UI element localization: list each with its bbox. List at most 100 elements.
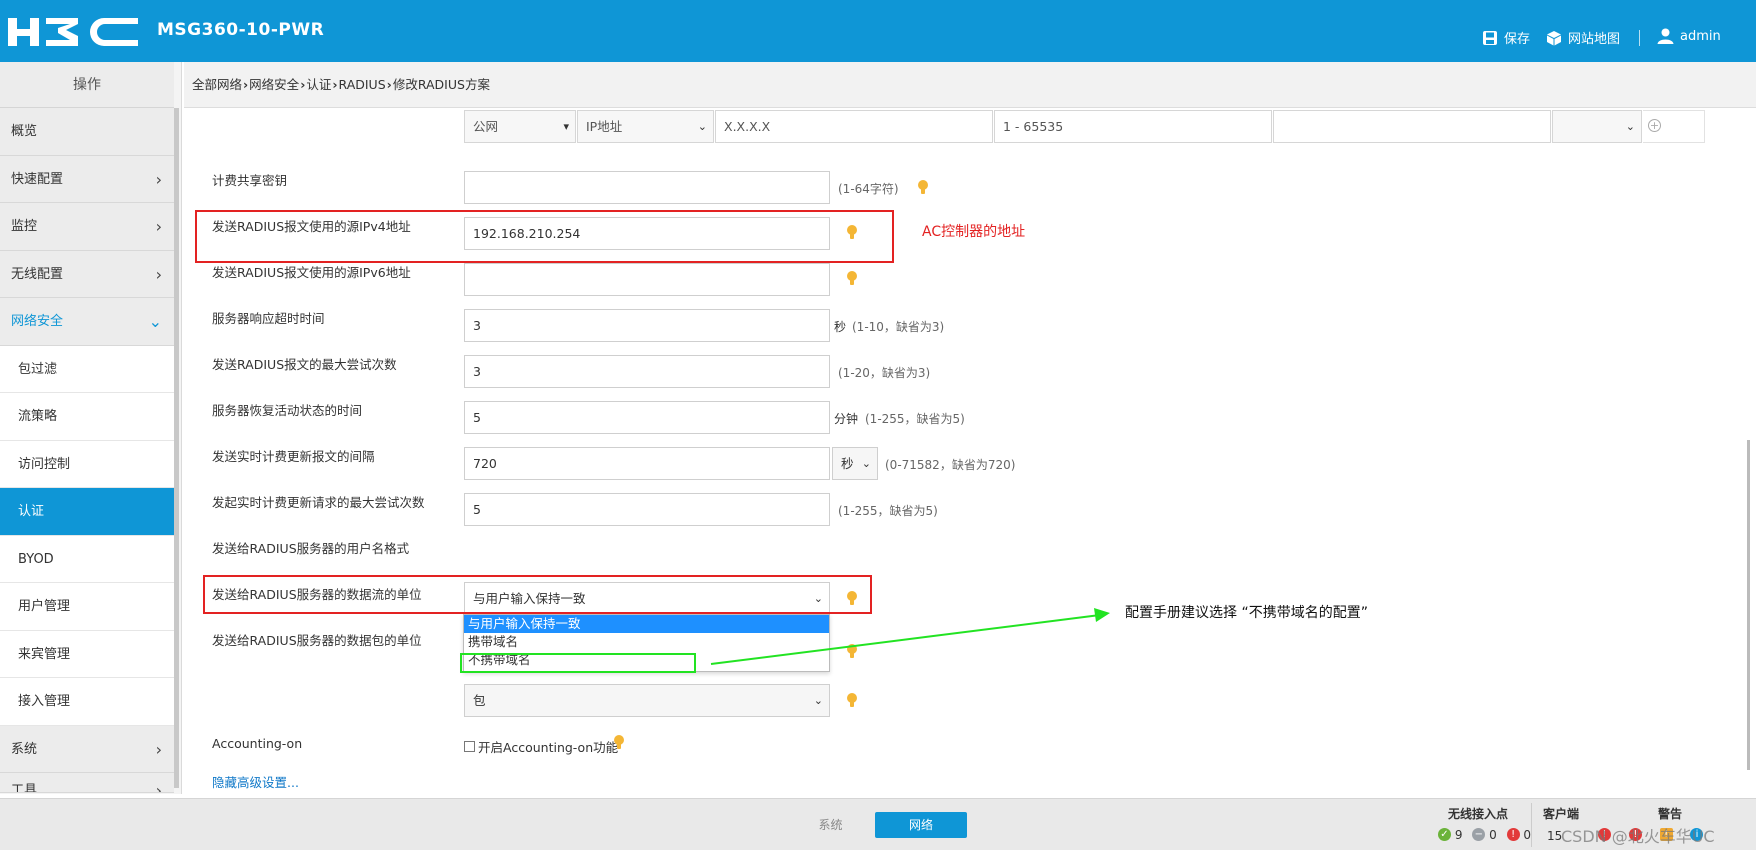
minus-icon: − [1472, 828, 1486, 841]
quiet-input[interactable]: 5 [464, 401, 830, 434]
chevron-right-icon: › [155, 217, 162, 236]
alert-icon: ! [1506, 828, 1520, 841]
sidebar-item-system[interactable]: 系统 › [0, 725, 174, 773]
sidebar-item-network-security[interactable]: 网络安全 ⌄ [0, 298, 174, 346]
sidebar-item-label: 包过滤 [18, 361, 58, 377]
breadcrumb-separator: › [332, 77, 338, 92]
accounting-on-checkbox-label: 开启Accounting-on功能 [478, 740, 619, 755]
packet-unit-select[interactable]: 包 ⌄ [464, 684, 830, 717]
chevron-right-icon: › [155, 169, 162, 189]
ap-offline-count[interactable]: 0 [1489, 828, 1497, 842]
retries-input[interactable]: 3 [464, 355, 830, 388]
row-tail-cell [1643, 110, 1705, 143]
chevron-down-icon: ⌄ [697, 120, 707, 133]
hint-bulb-icon[interactable] [847, 693, 857, 707]
address-type-select[interactable]: IP地址 ⌄ [577, 110, 714, 143]
main-scrollbar[interactable] [1747, 440, 1750, 770]
sidebar-item-monitor[interactable]: 监控 › [0, 203, 174, 251]
accounting-on-toggle[interactable]: 开启Accounting-on功能 [464, 737, 618, 756]
sidebar-item-label: 概览 [11, 124, 38, 139]
acct-key-hint: (1-64字符) [838, 182, 899, 196]
realtime-interval-input[interactable]: 720 [464, 447, 830, 480]
sidebar-item-label: 认证 [18, 504, 45, 519]
accounting-on-checkbox[interactable] [464, 741, 475, 752]
sidebar-item-overview[interactable]: 概览 [0, 108, 174, 156]
user-label: admin [1680, 28, 1721, 44]
retries-label: 发送RADIUS报文的最大尝试次数 [212, 357, 397, 372]
annotation-box-ipv4 [195, 210, 894, 263]
timeout-input[interactable]: 3 [464, 309, 830, 342]
chevron-down-icon: ⌄ [861, 457, 871, 470]
caret-down-icon: ▾ [563, 120, 569, 133]
hint-bulb-icon[interactable] [614, 735, 624, 749]
hint-bulb-icon[interactable] [918, 180, 928, 194]
breadcrumb-item[interactable]: 全部网络 [192, 77, 242, 92]
ap-alarm-count[interactable]: 0 [1523, 828, 1531, 842]
annotation-manual-note: 配置手册建议选择 “不携带域名的配置” [1125, 605, 1368, 621]
server-key-input[interactable] [1273, 110, 1551, 143]
breadcrumb-current: 修改RADIUS方案 [392, 77, 490, 92]
sidebar-item-label: 系统 [11, 741, 38, 757]
timeout-unit: 秒 [834, 320, 847, 334]
sidebar-item-authentication[interactable]: 认证 [0, 488, 174, 536]
sidebar-item-wireless-config[interactable]: 无线配置 › [0, 250, 174, 298]
sidebar-item-quick-config[interactable]: 快速配置 › [0, 155, 174, 203]
retries-hint: (1-20，缺省为3) [838, 366, 931, 380]
user-menu[interactable]: admin [1657, 28, 1721, 44]
quiet-unit: 分钟 [834, 412, 859, 426]
vpn-select[interactable]: 公网 ▾ [464, 110, 576, 143]
acct-key-input[interactable] [464, 171, 830, 204]
hide-advanced-link[interactable]: 隐藏高级设置... [212, 772, 299, 791]
server-port-placeholder: 1 - 65535 [1003, 119, 1064, 134]
sidebar-item-access-control[interactable]: 访问控制 [0, 440, 174, 488]
sidebar-item-label: 网络安全 [11, 314, 64, 329]
realtime-retries-label: 发起实时计费更新请求的最大尝试次数 [212, 495, 425, 510]
breadcrumb: 全部网络›网络安全›认证›RADIUS›修改RADIUS方案 [184, 62, 1756, 108]
sidebar-item-label: 工具 [11, 783, 38, 793]
sidebar-scrollbar[interactable] [174, 108, 179, 788]
hint-bulb-icon[interactable] [847, 271, 857, 285]
sidebar-item-byod[interactable]: BYOD [0, 535, 174, 583]
sidebar-item-packet-filter[interactable]: 包过滤 [0, 345, 174, 393]
ap-online-count[interactable]: 9 [1455, 828, 1463, 842]
breadcrumb-item[interactable]: 认证 [306, 77, 331, 92]
footer-tab-network[interactable]: 网络 [875, 812, 967, 838]
clients-title: 客户端 [1543, 807, 1580, 821]
save-button[interactable]: 保存 [1482, 28, 1530, 47]
sidebar-item-flow-policy[interactable]: 流策略 [0, 393, 174, 441]
sidebar-item-user-management[interactable]: 用户管理 [0, 583, 174, 631]
h3c-logo [8, 18, 138, 46]
annotation-arrow [710, 608, 1110, 665]
chevron-right-icon: › [155, 781, 162, 793]
check-icon: ✓ [1438, 828, 1451, 841]
server-address-placeholder: X.X.X.X [724, 119, 771, 134]
realtime-interval-label: 发送实时计费更新报文的间隔 [212, 449, 375, 464]
device-model: MSG360-10-PWR [157, 20, 325, 40]
interval-unit-select[interactable]: 秒 ⌄ [832, 447, 878, 480]
clients-count[interactable]: 15 [1547, 829, 1562, 843]
sidebar-item-label: 来宾管理 [18, 646, 71, 662]
breadcrumb-item[interactable]: RADIUS [339, 77, 386, 92]
status-footer: 系统 网络 无线接入点 ✓ 9 − 0 ! 0 客户端 15 警告 ! ! ! … [0, 798, 1756, 850]
sidebar-item-label: 监控 [11, 219, 38, 234]
server-port-input[interactable]: 1 - 65535 [994, 110, 1272, 143]
server-extra-select[interactable]: ⌄ [1552, 110, 1642, 143]
sidebar-item-access-management[interactable]: 接入管理 [0, 678, 174, 726]
sitemap-label: 网站地图 [1568, 32, 1621, 47]
sidebar-item-label: 无线配置 [11, 266, 64, 282]
breadcrumb-separator: › [300, 77, 306, 92]
sitemap-button[interactable]: 网站地图 [1546, 28, 1620, 47]
sidebar-item-guest-management[interactable]: 来宾管理 [0, 630, 174, 678]
annotation-box-without-domain [460, 653, 696, 673]
breadcrumb-item[interactable]: 网络安全 [249, 77, 299, 92]
footer-tab-system[interactable]: 系统 [787, 812, 874, 838]
quiet-hint: (1-255，缺省为5) [865, 412, 965, 426]
src-ipv6-input[interactable] [464, 263, 830, 296]
save-label: 保存 [1504, 32, 1531, 47]
accounting-on-label: Accounting-on [212, 736, 303, 751]
sidebar-item-tools[interactable]: 工具 › [0, 773, 174, 793]
packet-unit-value: 包 [473, 693, 486, 708]
user-icon [1657, 28, 1674, 44]
realtime-retries-input[interactable]: 5 [464, 493, 830, 526]
server-address-input[interactable]: X.X.X.X [715, 110, 993, 143]
